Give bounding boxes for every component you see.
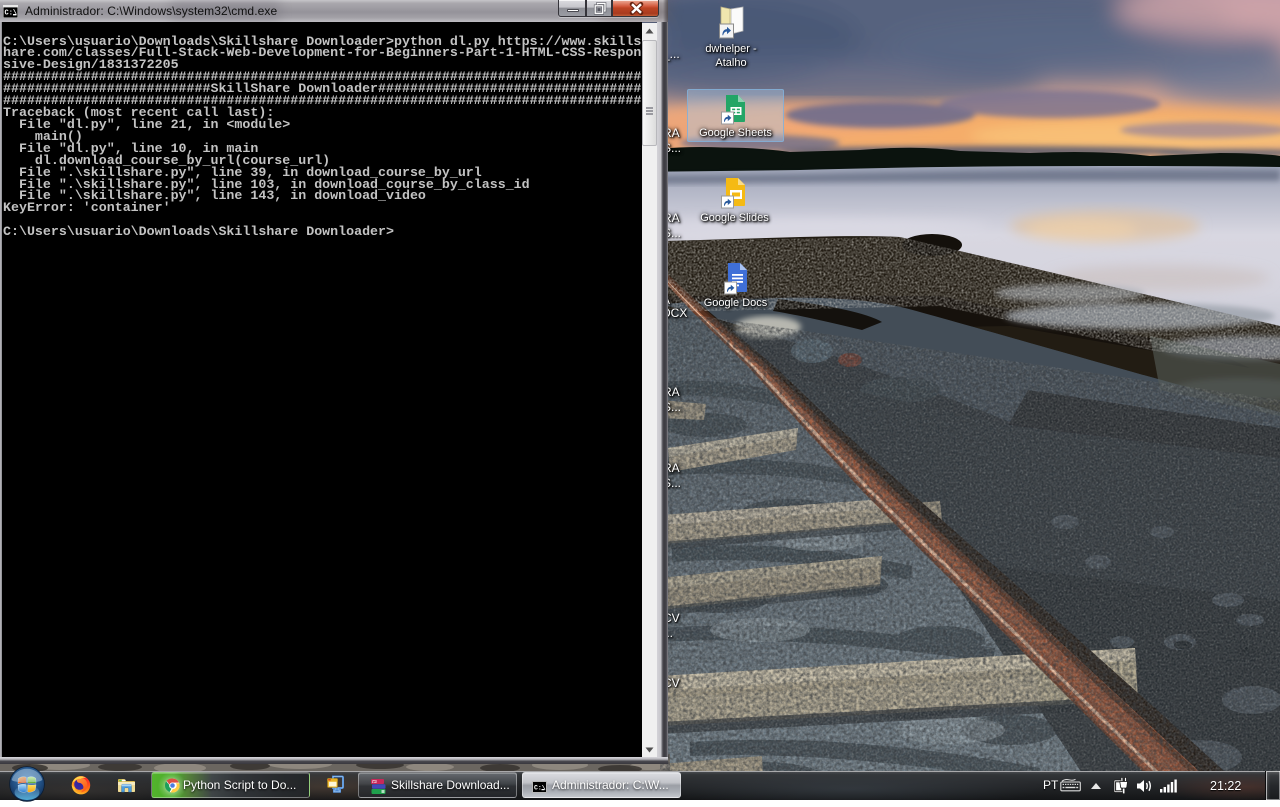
svg-text:C:\: C:\ <box>534 785 546 792</box>
svg-text:C:\: C:\ <box>5 10 18 18</box>
